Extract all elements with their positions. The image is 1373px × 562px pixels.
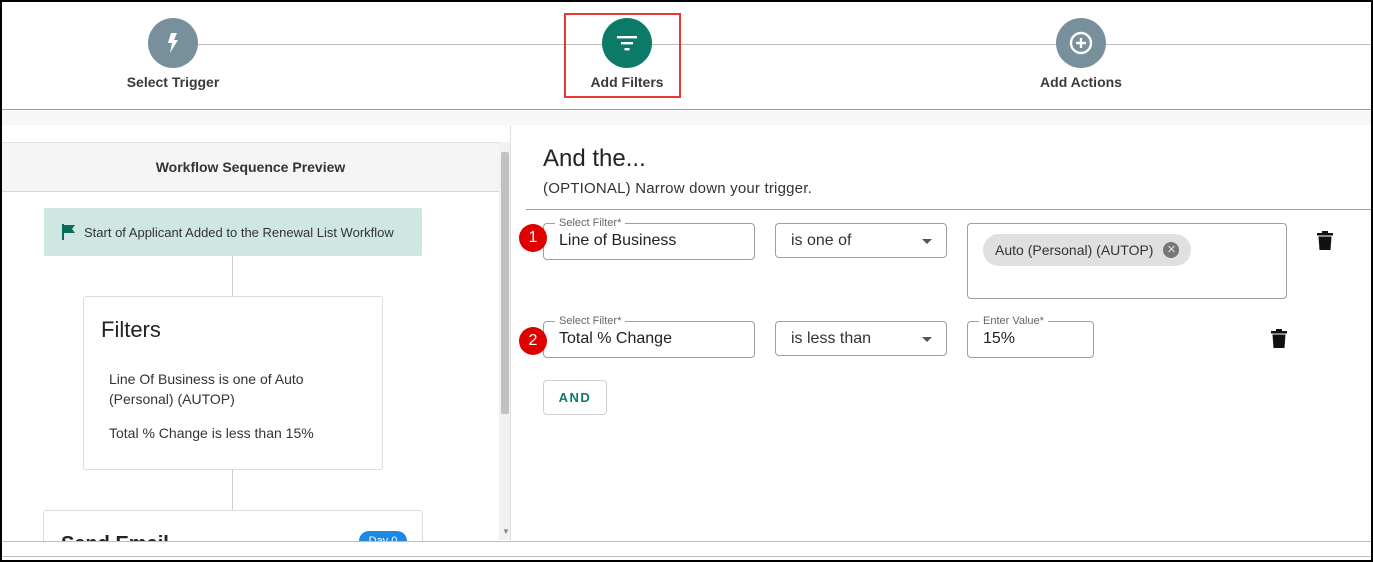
delete-filter-1-button[interactable] xyxy=(1317,231,1333,256)
field-label: Enter Value* xyxy=(979,314,1048,328)
operator-value: is less than xyxy=(791,330,872,347)
trash-icon xyxy=(1271,329,1287,348)
field-value: Line of Business xyxy=(559,232,677,249)
workflow-preview-panel: Workflow Sequence Preview ▼ Start of App… xyxy=(2,125,511,541)
filters-editor-panel: And the... (OPTIONAL) Narrow down your t… xyxy=(511,125,1371,541)
page-subheading: (OPTIONAL) Narrow down your trigger. xyxy=(543,180,812,197)
delete-filter-2-button[interactable] xyxy=(1271,329,1287,354)
send-email-preview-card[interactable]: Send Email Day 0 xyxy=(43,510,423,541)
flag-icon xyxy=(62,224,75,240)
chevron-down-icon xyxy=(922,239,932,244)
day-badge: Day 0 xyxy=(359,531,407,541)
email-card-title: Send Email xyxy=(61,533,169,541)
select-filter-field[interactable]: Select Filter* Line of Business xyxy=(543,216,755,260)
values-multiselect[interactable]: Auto (Personal) (AUTOP) ✕ xyxy=(967,223,1287,299)
field-label: Select Filter* xyxy=(555,216,626,230)
trash-icon xyxy=(1317,231,1333,250)
filters-card-title: Filters xyxy=(101,317,161,342)
filter-icon xyxy=(602,18,652,68)
chevron-down-icon xyxy=(922,337,932,342)
step-label: Select Trigger xyxy=(126,74,220,90)
workflow-stepper: Select Trigger Add Filters Add Actions xyxy=(0,0,1373,110)
stepper-connector xyxy=(172,44,1371,45)
add-and-filter-button[interactable]: AND xyxy=(543,380,607,415)
step-add-actions[interactable]: Add Actions xyxy=(1001,18,1161,90)
preview-title: Workflow Sequence Preview xyxy=(2,142,499,192)
step-label: Add Actions xyxy=(1040,74,1122,90)
field-value: 15% xyxy=(983,330,1016,347)
scroll-down-arrow-icon[interactable]: ▼ xyxy=(502,527,510,536)
preview-connector xyxy=(232,470,233,510)
start-label: Start of Applicant Added to the Renewal … xyxy=(84,224,394,240)
lightning-icon xyxy=(148,18,198,68)
field-label: Select Filter* xyxy=(555,314,626,328)
select-filter-field[interactable]: Select Filter* Total % Change xyxy=(543,314,755,358)
filter-number-badge: 1 xyxy=(519,224,547,252)
filter-number-badge: 2 xyxy=(519,327,547,355)
workflow-start-node: Start of Applicant Added to the Renewal … xyxy=(44,208,422,256)
preview-connector xyxy=(232,256,233,296)
enter-value-field[interactable]: Enter Value* 15% xyxy=(967,314,1094,358)
filter-summary-1: Line Of Business is one of Auto (Persona… xyxy=(109,371,304,407)
field-value: Total % Change xyxy=(559,330,672,347)
remove-chip-icon[interactable]: ✕ xyxy=(1163,242,1180,258)
filter-summary-2: Total % Change is less than 15% xyxy=(109,425,314,441)
plus-circle-icon xyxy=(1056,18,1106,68)
operator-value: is one of xyxy=(791,232,852,249)
operator-select[interactable]: is one of xyxy=(775,223,947,258)
divider xyxy=(526,209,1371,210)
footer-divider xyxy=(2,541,1371,542)
page-heading: And the... xyxy=(543,145,646,172)
footer-divider xyxy=(2,556,1371,557)
header-spacer xyxy=(2,111,1371,125)
filters-preview-card[interactable]: Filters Line Of Business is one of Auto … xyxy=(83,296,383,470)
operator-select[interactable]: is less than xyxy=(775,321,947,356)
scrollbar-thumb[interactable] xyxy=(501,152,509,414)
chip-label: Auto (Personal) (AUTOP) xyxy=(995,242,1154,258)
value-chip[interactable]: Auto (Personal) (AUTOP) ✕ xyxy=(983,234,1192,266)
step-select-trigger[interactable]: Select Trigger xyxy=(93,18,253,90)
